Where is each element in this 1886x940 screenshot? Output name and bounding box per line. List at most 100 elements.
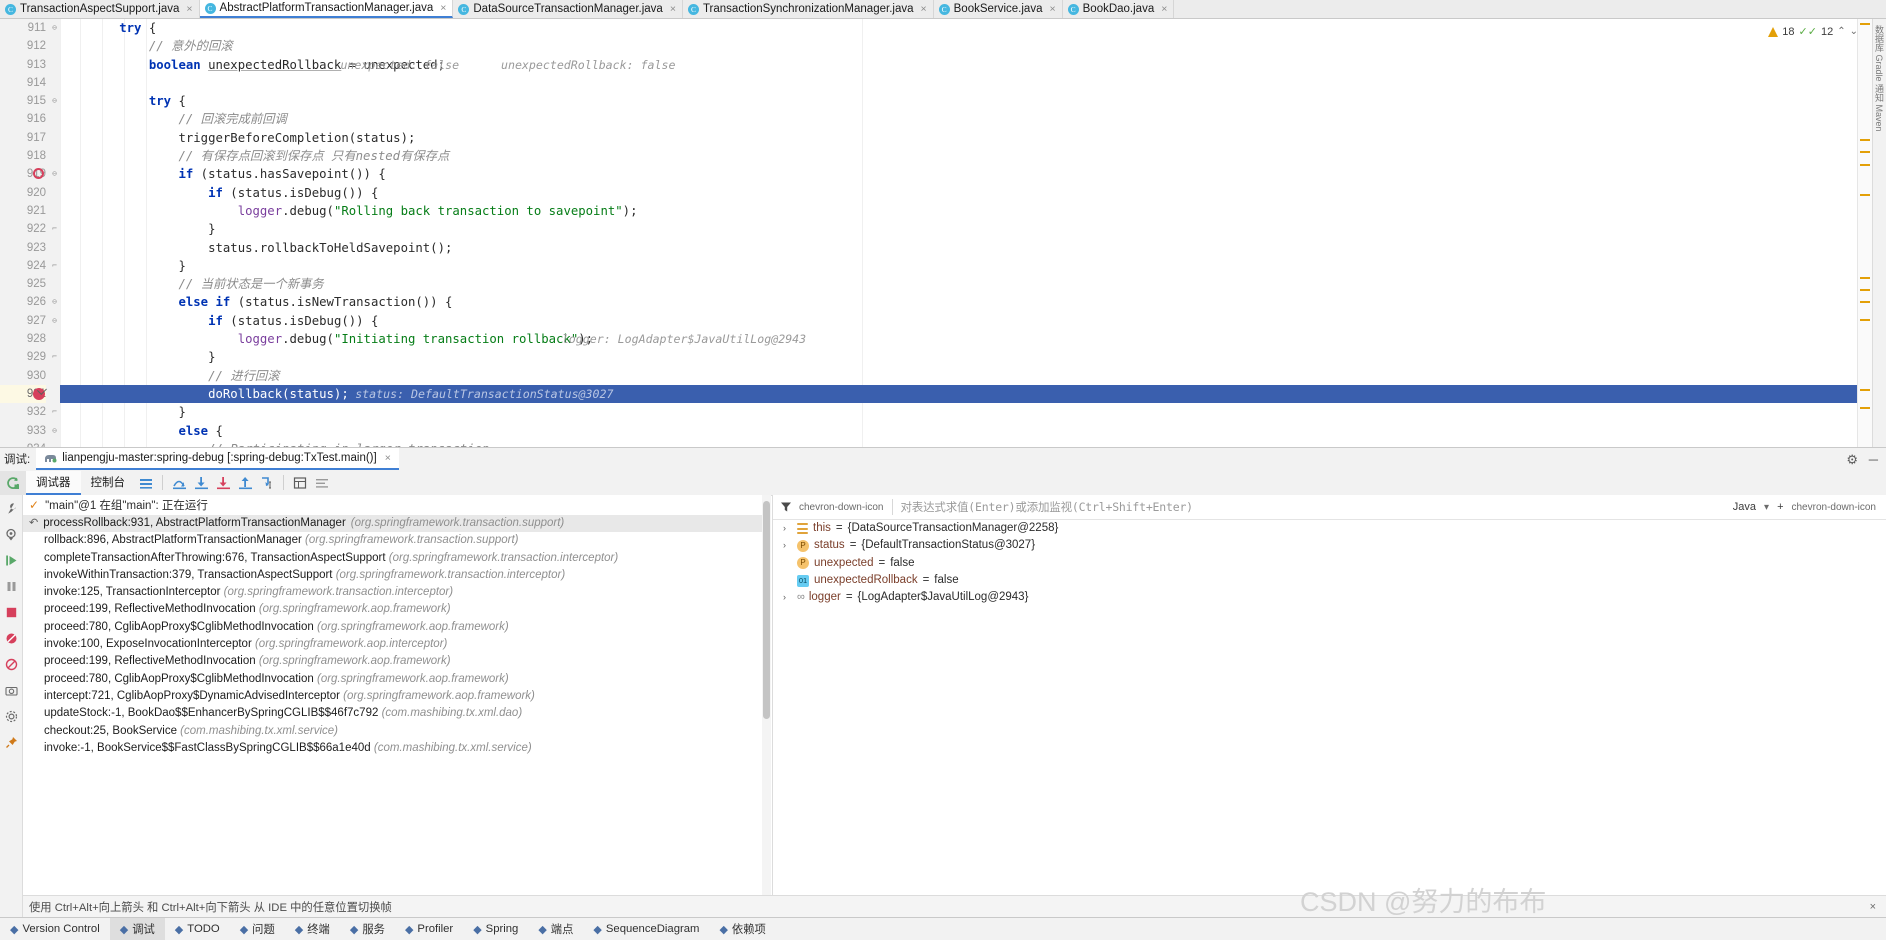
resume-program-icon[interactable] — [0, 547, 22, 573]
settings-list-icon[interactable] — [311, 472, 333, 494]
frames-scroll-thumb[interactable] — [763, 501, 770, 719]
frames-toggle-icon[interactable] — [135, 472, 157, 494]
code-line[interactable]: 926 ⊖ else if (status.isNewTransaction())… — [0, 293, 1886, 311]
evaluate-expression-icon[interactable] — [289, 472, 311, 494]
code-fold-marker[interactable]: ⊖ — [50, 426, 59, 435]
rerun-icon[interactable] — [0, 470, 26, 495]
camera-icon[interactable] — [0, 677, 22, 703]
code-fold-marker[interactable]: ⌐ — [50, 407, 59, 416]
status-tab-5[interactable]: ◆ 服务 — [340, 918, 395, 940]
stack-frame-row[interactable]: updateStock:-1, BookDao$$EnhancerBySprin… — [23, 705, 771, 722]
minimize-icon[interactable]: ─ — [1869, 452, 1878, 467]
code-line[interactable]: 925 // 当前状态是一个新事务 — [0, 275, 1886, 293]
frame-list[interactable]: ↶ processRollback:931, AbstractPlatformTr… — [23, 515, 771, 757]
right-tool-rail[interactable]: 数据库 Gradle 通知 Maven — [1872, 19, 1886, 447]
expand-arrow-icon[interactable]: › — [783, 537, 792, 554]
close-tab-icon[interactable]: × — [917, 3, 926, 15]
stop-program-icon[interactable] — [0, 599, 22, 625]
expand-arrow-icon[interactable]: › — [783, 589, 792, 606]
watch-more-icon[interactable]: chevron-down-icon — [1792, 502, 1877, 513]
mute-icon[interactable] — [0, 651, 22, 677]
prev-problem-icon[interactable]: ⌃ — [1837, 26, 1845, 37]
code-fold-marker[interactable]: ⊖ — [50, 297, 59, 306]
debug-left-strip[interactable] — [0, 495, 23, 918]
editor-tab-3[interactable]: C TransactionSynchronizationManager.java × — [682, 0, 934, 18]
code-line[interactable]: 930 // 进行回滚 — [0, 367, 1886, 385]
gear-icon[interactable]: ⚙ — [1846, 452, 1858, 468]
stack-frame-row[interactable]: invoke:-1, BookService$$FastClassBySprin… — [23, 740, 771, 757]
editor-tab-4[interactable]: C BookService.java × — [933, 0, 1063, 18]
code-line[interactable]: 927 ⊖ if (status.isDebug()) { — [0, 312, 1886, 330]
language-selector[interactable]: Java — [1733, 501, 1756, 513]
close-tab-icon[interactable]: × — [1158, 3, 1167, 15]
expand-arrow-icon[interactable]: › — [783, 520, 792, 537]
code-fold-marker[interactable]: ⊖ — [50, 96, 59, 105]
code-line[interactable]: 918 // 有保存点回滚到保存点 只有nested有保存点 — [0, 147, 1886, 165]
settings-gear-icon[interactable] — [0, 703, 22, 729]
code-line[interactable]: 924 ⌐ } — [0, 257, 1886, 275]
code-line[interactable]: 929 ⌐ } — [0, 348, 1886, 366]
code-editor[interactable]: 911 ⊖ try {912 // 意外的回滚 913 boolean unexpe… — [0, 19, 1886, 447]
breakpoint-hit-icon[interactable] — [33, 387, 45, 400]
stack-frame-row[interactable]: proceed:199, ReflectiveMethodInvocation … — [23, 601, 771, 618]
variable-row[interactable]: Punexpected = false — [773, 555, 1886, 572]
code-line[interactable]: 914 — [0, 74, 1886, 92]
evaluate-expression-input[interactable]: 对表达式求值(Enter)或添加监视(Ctrl+Shift+Enter) — [901, 499, 1194, 515]
close-tab-icon[interactable]: × — [437, 2, 446, 14]
stack-frame-row[interactable]: completeTransactionAfterThrowing:676, Tr… — [23, 550, 771, 567]
editor-tab-2[interactable]: C DataSourceTransactionManager.java × — [453, 0, 683, 18]
hint-close-icon[interactable]: × — [1870, 901, 1886, 913]
inspection-widget[interactable]: 18 ✓✓ 12 ⌃ ⌄ — [1768, 25, 1858, 38]
code-line[interactable]: 913 boolean unexpectedRollback = unexpec… — [0, 56, 1886, 74]
variables-panel[interactable]: › this = {DataSourceTransactionManager@2258… — [773, 520, 1886, 895]
run-to-cursor-icon[interactable] — [256, 472, 278, 494]
filter-dropdown-icon[interactable]: chevron-down-icon — [799, 502, 884, 513]
step-out-icon[interactable] — [234, 472, 256, 494]
filter-icon[interactable] — [773, 501, 799, 513]
variable-row[interactable]: › this = {DataSourceTransactionManager@2258… — [773, 520, 1886, 537]
stack-frame-row[interactable]: ↶ processRollback:931, AbstractPlatformTr… — [23, 515, 771, 533]
pin-icon[interactable] — [0, 729, 22, 755]
stack-frame-row[interactable]: proceed:199, ReflectiveMethodInvocation … — [23, 653, 771, 670]
frames-panel[interactable]: ✓ "main"@1 在组"main": 正在运行 ↶ processRollba… — [23, 495, 771, 895]
code-line[interactable]: 932 ⌐ } — [0, 403, 1886, 421]
code-line[interactable]: 911 ⊖ try { — [0, 19, 1886, 37]
code-line[interactable]: 916 // 回滚完成前回调 — [0, 110, 1886, 128]
step-over-icon[interactable] — [168, 472, 190, 494]
code-line[interactable]: 931 doRollback(status);status: DefaultTr… — [0, 384, 1886, 404]
code-line[interactable]: 933 ⊖ else { — [0, 422, 1886, 440]
status-tab-1[interactable]: ◆ 调试 — [109, 918, 165, 940]
frames-scrollbar[interactable] — [762, 495, 771, 895]
code-fold-marker[interactable]: ⊖ — [50, 316, 59, 325]
status-tab-2[interactable]: ◆ TODO — [165, 918, 230, 940]
debug-toolbar[interactable]: 调试器 控制台 — [0, 470, 1886, 496]
status-tab-7[interactable]: ◆ Spring — [463, 918, 528, 940]
code-fold-marker[interactable]: ⌐ — [50, 352, 59, 361]
step-into-icon[interactable] — [190, 472, 212, 494]
stack-frame-row[interactable]: rollback:896, AbstractPlatformTransactio… — [23, 532, 771, 549]
status-tab-10[interactable]: ◆ 依赖项 — [709, 918, 775, 940]
status-tab-0[interactable]: ◆ Version Control — [0, 918, 110, 940]
code-fold-marker[interactable]: ⊖ — [50, 169, 59, 178]
editor-tab-1[interactable]: C AbstractPlatformTransactionManager.java… — [199, 0, 454, 18]
stack-frame-row[interactable]: proceed:780, CglibAopProxy$CglibMethodIn… — [23, 671, 771, 688]
code-line[interactable]: 920 if (status.isDebug()) { — [0, 184, 1886, 202]
code-fold-marker[interactable]: ⌐ — [50, 224, 59, 233]
close-tab-icon[interactable]: × — [667, 3, 676, 15]
view-breakpoints-icon[interactable] — [0, 625, 22, 651]
stack-frame-row[interactable]: intercept:721, CglibAopProxy$DynamicAdvi… — [23, 688, 771, 705]
code-line[interactable]: 912 // 意外的回滚 — [0, 37, 1886, 55]
close-tab-icon[interactable]: × — [183, 3, 192, 15]
settings-wrench-icon[interactable] — [0, 495, 22, 521]
editor-tab-5[interactable]: C BookDao.java × — [1062, 0, 1175, 18]
close-tab-icon[interactable]: × — [382, 452, 391, 464]
stack-frame-row[interactable]: checkout:25, BookService (com.mashibing.… — [23, 723, 771, 740]
status-tab-6[interactable]: ◆ Profiler — [395, 918, 463, 940]
variable-row[interactable]: 01 unexpectedRollback = false — [773, 572, 1886, 589]
variable-row[interactable]: › Pstatus = {DefaultTransactionStatus@3027} — [773, 537, 1886, 554]
stack-frame-row[interactable]: invoke:100, ExposeInvocationInterceptor … — [23, 636, 771, 653]
code-line[interactable]: 923 status.rollbackToHeldSavepoint(); — [0, 239, 1886, 257]
force-step-into-icon[interactable] — [212, 472, 234, 494]
stack-frame-row[interactable]: invoke:125, TransactionInterceptor (org.… — [23, 584, 771, 601]
error-stripe[interactable] — [1857, 19, 1872, 447]
